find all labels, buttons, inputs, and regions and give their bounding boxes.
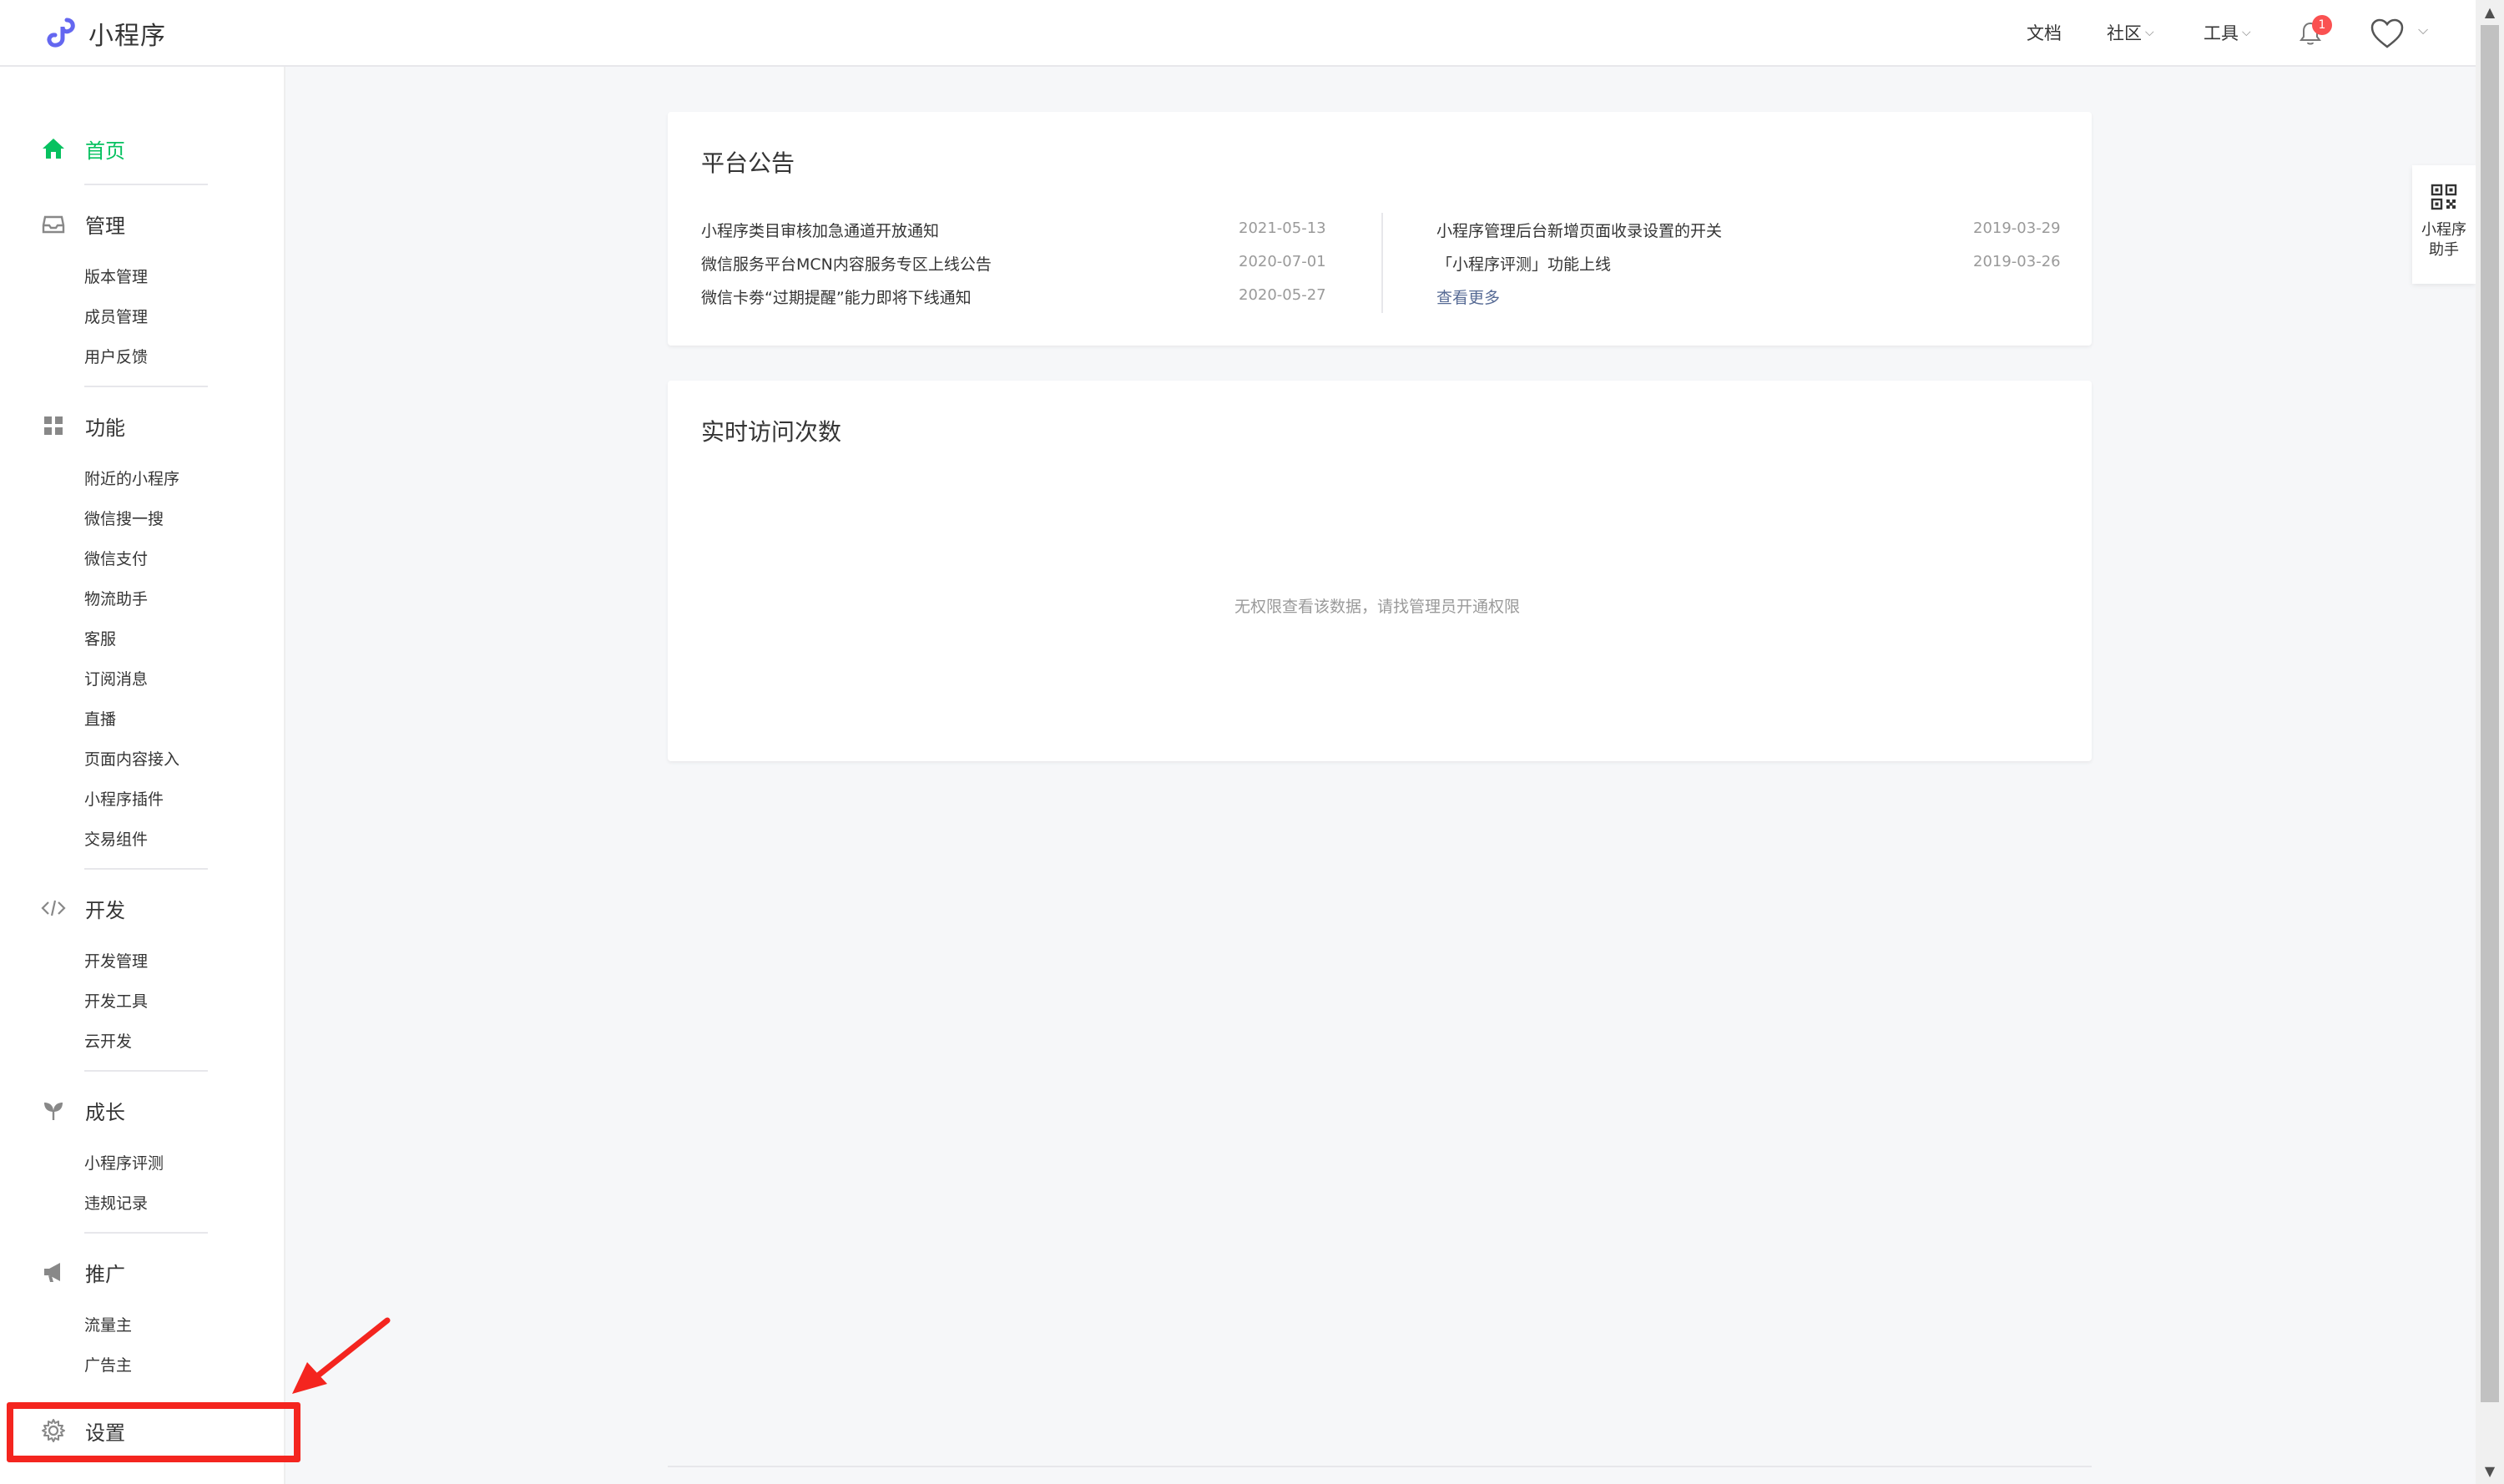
sprout-icon [40,1097,67,1123]
sidebar-item-evaluation[interactable]: 小程序评测 [84,1152,164,1175]
nav-community[interactable]: 社区 ⌵ [2107,0,2154,65]
notification-badge: 1 [2312,15,2332,35]
sidebar-item-page-content[interactable]: 页面内容接入 [84,748,179,771]
sidebar-section-promotion[interactable]: 推广 [40,1255,125,1289]
settings-highlight-box [7,1402,300,1462]
sidebar-section-label: 管理 [85,214,125,238]
sidebar-item-cloud[interactable]: 云开发 [84,1030,132,1053]
announcement-link[interactable]: 小程序类目审核加急通道开放通知 [701,219,939,241]
chevron-down-icon: ⌵ [2145,26,2154,39]
sidebar-section-dev[interactable]: 开发 [40,891,125,925]
announcement-date: 2020-07-01 [1239,253,1326,270]
inbox-icon [40,210,67,237]
sidebar-section-manage[interactable]: 管理 [40,207,125,240]
divider [84,868,208,870]
announcement-link[interactable]: 「小程序评测」功能上线 [1436,252,1611,275]
sidebar-item-plugins[interactable]: 小程序插件 [84,788,164,811]
divider [84,184,208,185]
sidebar-item-search[interactable]: 微信搜一搜 [84,507,164,531]
scroll-down-arrow-icon[interactable]: ▼ [2476,1459,2504,1484]
sidebar-item-feedback[interactable]: 用户反馈 [84,346,148,369]
grid-icon [40,412,67,439]
sidebar-item-publisher[interactable]: 流量主 [84,1314,132,1337]
sidebar-section-label: 成长 [85,1100,125,1124]
code-icon [40,895,67,921]
scroll-thumb[interactable] [2481,25,2499,1402]
sidebar: 首页 管理 版本管理 成员管理 用户反馈 功能 附近的小程序 微信搜一搜 微信支… [0,67,285,1484]
scroll-up-arrow-icon[interactable]: ▲ [2476,0,2504,25]
announcement-date: 2019-03-26 [1973,253,2061,270]
nav-community-label: 社区 [2107,23,2142,43]
annotation-arrow-icon [292,1317,391,1394]
megaphone-icon [40,1259,67,1285]
sidebar-item-label: 首页 [85,139,125,163]
sidebar-item-home[interactable]: 首页 [40,132,125,165]
app-logo[interactable]: 小程序 [42,15,166,52]
view-more-link[interactable]: 查看更多 [1436,285,1500,308]
helper-label-line1: 小程序 [2421,221,2466,239]
app-name: 小程序 [88,22,166,51]
chevron-down-icon[interactable]: ⌵ [2418,22,2428,38]
announcement-link[interactable]: 微信服务平台MCN内容服务专区上线公告 [701,252,992,275]
announcement-link[interactable]: 微信卡劵“过期提醒”能力即将下线通知 [701,285,972,308]
home-icon [40,135,67,162]
sidebar-section-label: 开发 [85,898,125,922]
divider [84,1232,208,1234]
sidebar-section-features[interactable]: 功能 [40,409,125,442]
qrcode-icon [2431,184,2457,210]
nav-tools[interactable]: 工具 ⌵ [2204,0,2251,65]
chevron-down-icon: ⌵ [2242,26,2251,39]
announcement-column-divider [1381,213,1383,313]
announcement-date: 2020-05-27 [1239,286,1326,304]
sidebar-item-live[interactable]: 直播 [84,708,116,731]
divider [84,1070,208,1072]
realtime-visits-card: 实时访问次数 [668,381,2092,761]
announcement-link[interactable]: 小程序管理后台新增页面收录设置的开关 [1436,219,1722,241]
nav-docs[interactable]: 文档 [2027,0,2062,65]
sidebar-item-violations[interactable]: 违规记录 [84,1192,148,1215]
announcement-title: 平台公告 [701,149,795,177]
top-header: 小程序 文档 社区 ⌵ 工具 ⌵ 1 ⌵ [0,0,2476,67]
no-permission-message: 无权限查看该数据，请找管理员开通权限 [1234,598,1520,616]
sidebar-item-dev-tools[interactable]: 开发工具 [84,990,148,1013]
sidebar-item-trade[interactable]: 交易组件 [84,828,148,851]
announcement-date: 2019-03-29 [1973,220,2061,237]
divider [668,1466,2092,1467]
nav-tools-label: 工具 [2204,23,2239,43]
sidebar-item-subscribe[interactable]: 订阅消息 [84,668,148,691]
divider [84,386,208,387]
helper-label-line2: 助手 [2429,241,2459,259]
realtime-visits-title: 实时访问次数 [701,418,842,446]
sidebar-item-members[interactable]: 成员管理 [84,305,148,329]
sidebar-item-logistics[interactable]: 物流助手 [84,588,148,611]
heart-icon[interactable] [2369,17,2406,50]
announcement-date: 2021-05-13 [1239,220,1326,237]
sidebar-item-version[interactable]: 版本管理 [84,265,148,289]
miniprogram-logo-icon [47,18,75,48]
nav-docs-label: 文档 [2027,23,2062,43]
sidebar-section-label: 推广 [85,1262,125,1286]
sidebar-section-growth[interactable]: 成长 [40,1093,125,1127]
miniprogram-helper-button[interactable]: 小程序 助手 [2412,165,2476,284]
sidebar-item-service[interactable]: 客服 [84,628,116,651]
vertical-scrollbar[interactable]: ▲ ▼ [2476,0,2504,1484]
sidebar-item-nearby[interactable]: 附近的小程序 [84,467,179,491]
sidebar-item-advertiser[interactable]: 广告主 [84,1354,132,1377]
sidebar-item-pay[interactable]: 微信支付 [84,548,148,571]
sidebar-section-label: 功能 [85,416,125,440]
sidebar-item-dev-manage[interactable]: 开发管理 [84,950,148,973]
